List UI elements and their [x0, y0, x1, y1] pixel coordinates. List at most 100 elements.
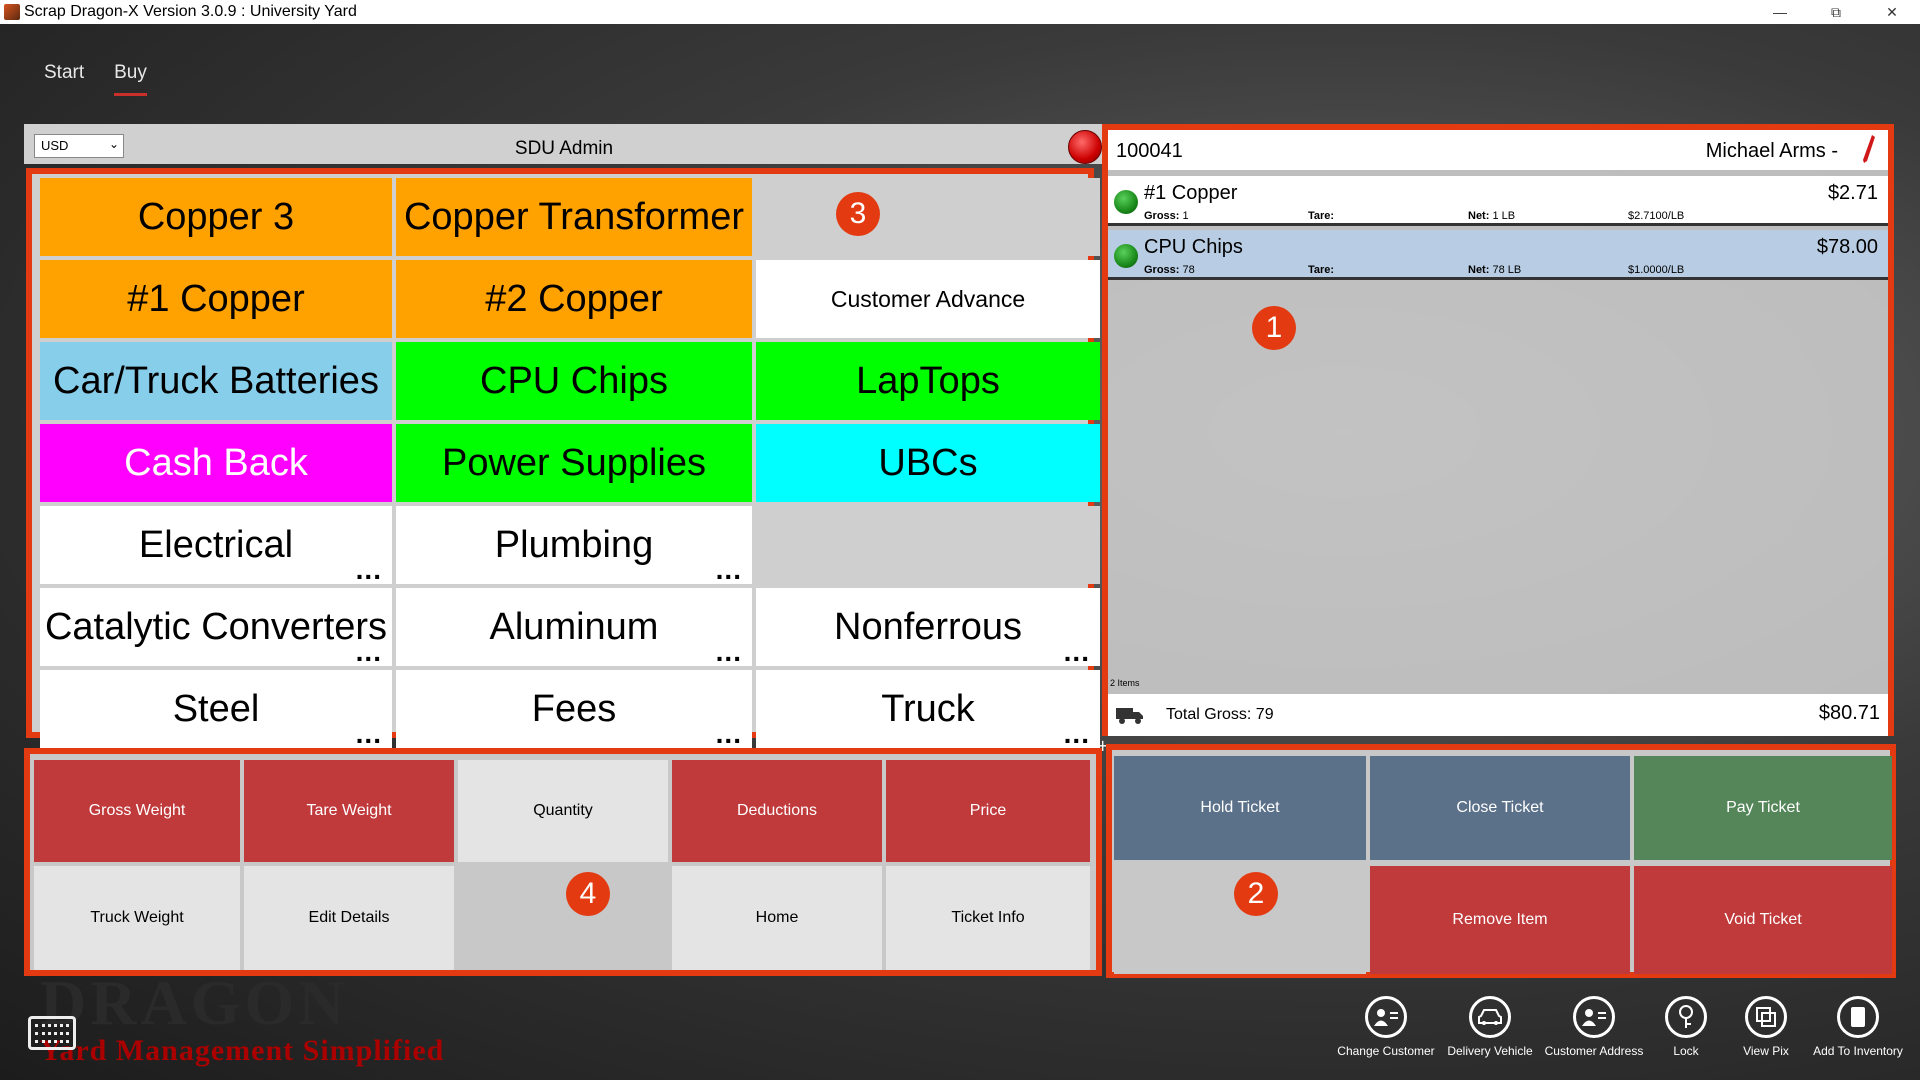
minimize-button[interactable]: — [1752, 0, 1808, 24]
product-label: Cash Back [124, 441, 308, 484]
product-empty-slot [756, 506, 1100, 584]
price-button[interactable]: Price [886, 760, 1090, 862]
product-power-supplies[interactable]: Power Supplies [396, 424, 752, 502]
bottom-toolbar: Change Customer Delivery Vehicle Custome… [1334, 996, 1910, 1058]
deductions-button[interactable]: Deductions [672, 760, 882, 862]
customer-address-button[interactable]: Customer Address [1542, 996, 1646, 1058]
person-card-icon [1365, 996, 1407, 1038]
product-label: Power Supplies [441, 441, 707, 484]
tare-label: Tare: [1308, 210, 1335, 222]
gross-value: 1 [1182, 210, 1189, 222]
operator-name: SDU Admin [514, 138, 614, 159]
product-label: Car/Truck Batteries [53, 359, 379, 402]
product-cpu-chips[interactable]: CPU Chips [396, 342, 752, 420]
bottom-bar: DRAGON Yard Management Simplified Change… [0, 967, 1920, 1080]
pencil-icon[interactable] [1862, 134, 1876, 164]
tare-weight-button[interactable]: Tare Weight [244, 760, 454, 862]
product-empty-slot [756, 178, 1100, 256]
net-value: 78 LB [1492, 264, 1522, 276]
edit-details-button[interactable]: Edit Details [244, 866, 454, 970]
product-copper-3[interactable]: Copper 3 [40, 178, 392, 256]
close-ticket-button[interactable]: Close Ticket [1370, 756, 1630, 860]
category-nonferrous[interactable]: Nonferrous... [756, 588, 1100, 666]
product-grid: Copper 3 Copper Transformer #1 Copper #2… [40, 178, 1106, 748]
delivery-vehicle-button[interactable]: Delivery Vehicle [1438, 996, 1542, 1058]
gross-weight-button[interactable]: Gross Weight [34, 760, 240, 862]
gross-label: Gross: [1144, 264, 1180, 276]
change-customer-button[interactable]: Change Customer [1334, 996, 1438, 1058]
product-cash-back[interactable]: Cash Back [40, 424, 392, 502]
line-item-price: $2.71 [1827, 182, 1878, 204]
product-label: Plumbing [494, 523, 654, 566]
more-indicator: ... [715, 554, 742, 584]
line-item-gross: Gross: 1 [1144, 210, 1189, 222]
function-grid: Gross Weight Tare Weight Quantity Deduct… [34, 760, 1100, 970]
net-value: 1 LB [1492, 210, 1516, 222]
tool-label: Add To Inventory [1813, 1044, 1903, 1058]
line-item-tare: Tare: [1308, 210, 1334, 222]
category-aluminum[interactable]: Aluminum... [396, 588, 752, 666]
pay-ticket-button[interactable]: Pay Ticket [1634, 756, 1892, 860]
product-2-copper[interactable]: #2 Copper [396, 260, 752, 338]
status-dot-icon [1114, 190, 1138, 214]
nav-start[interactable]: Start [44, 62, 84, 92]
void-ticket-button[interactable]: Void Ticket [1634, 866, 1892, 974]
category-steel[interactable]: Steel... [40, 670, 392, 748]
ticket-info-button[interactable]: Ticket Info [886, 866, 1090, 970]
tool-label: Change Customer [1337, 1044, 1435, 1058]
product-customer-advance[interactable]: Customer Advance [756, 260, 1100, 338]
view-pix-button[interactable]: View Pix [1726, 996, 1806, 1058]
quantity-button[interactable]: Quantity [458, 760, 668, 862]
line-item-name: #1 Copper [1144, 182, 1238, 204]
category-catalytic-converters[interactable]: Catalytic Converters... [40, 588, 392, 666]
buy-header: USD ⌄ SDU Admin [24, 124, 1104, 164]
more-indicator: ... [355, 554, 382, 584]
category-truck[interactable]: Truck... [756, 670, 1100, 748]
status-indicator-icon[interactable] [1068, 130, 1102, 164]
category-fees[interactable]: Fees... [396, 670, 752, 748]
product-ubcs[interactable]: UBCs [756, 424, 1100, 502]
close-button[interactable]: ✕ [1864, 0, 1920, 24]
function-panel: Gross Weight Tare Weight Quantity Deduct… [24, 748, 1102, 976]
callout-3: 3 [836, 192, 880, 236]
more-indicator: ... [355, 636, 382, 666]
line-item-tare: Tare: [1308, 264, 1334, 276]
product-laptops[interactable]: LapTops [756, 342, 1100, 420]
ticket-customer[interactable]: Michael Arms - [1706, 140, 1838, 163]
truck-weight-button[interactable]: Truck Weight [34, 866, 240, 970]
product-label: Nonferrous [834, 605, 1022, 648]
line-item-rate: $2.7100/LB [1628, 210, 1685, 222]
product-copper-transformer[interactable]: Copper Transformer [396, 178, 752, 256]
nav-buy[interactable]: Buy [114, 62, 147, 96]
line-item-price: $78.00 [1816, 236, 1878, 258]
add-to-inventory-button[interactable]: Add To Inventory [1806, 996, 1910, 1058]
remove-item-button[interactable]: Remove Item [1370, 866, 1630, 974]
lock-button[interactable]: Lock [1646, 996, 1726, 1058]
callout-4: 4 [566, 872, 610, 916]
product-label: Electrical [138, 523, 294, 566]
hold-ticket-button[interactable]: Hold Ticket [1114, 756, 1366, 860]
category-electrical[interactable]: Electrical... [40, 506, 392, 584]
keyboard-icon[interactable] [28, 1016, 76, 1050]
ticket-total: $80.71 [1818, 702, 1880, 724]
product-label: Aluminum [489, 605, 659, 648]
net-label: Net: [1468, 264, 1490, 276]
product-label: #2 Copper [485, 277, 663, 320]
product-1-copper[interactable]: #1 Copper [40, 260, 392, 338]
ticket-number: 100041 [1116, 140, 1183, 162]
home-button[interactable]: Home [672, 866, 882, 970]
ticket-line-item[interactable]: CPU Chips $78.00 Gross: 78 Tare: Net: 78… [1108, 230, 1888, 280]
items-count: 2 Items [1110, 678, 1140, 688]
tare-label: Tare: [1308, 264, 1335, 276]
restore-button[interactable]: ⧉ [1808, 0, 1864, 24]
product-label: CPU Chips [480, 359, 668, 402]
product-car-truck-batteries[interactable]: Car/Truck Batteries [40, 342, 392, 420]
gross-label: Gross: [1144, 210, 1180, 222]
ticket-line-item[interactable]: #1 Copper $2.71 Gross: 1 Tare: Net: 1 LB… [1108, 176, 1888, 226]
category-plumbing[interactable]: Plumbing... [396, 506, 752, 584]
more-indicator: ... [715, 718, 742, 748]
tool-label: Delivery Vehicle [1447, 1044, 1533, 1058]
truck-icon [1116, 708, 1143, 724]
more-indicator: ... [1063, 636, 1090, 666]
brand-logo-text: DRAGON [40, 967, 349, 1038]
